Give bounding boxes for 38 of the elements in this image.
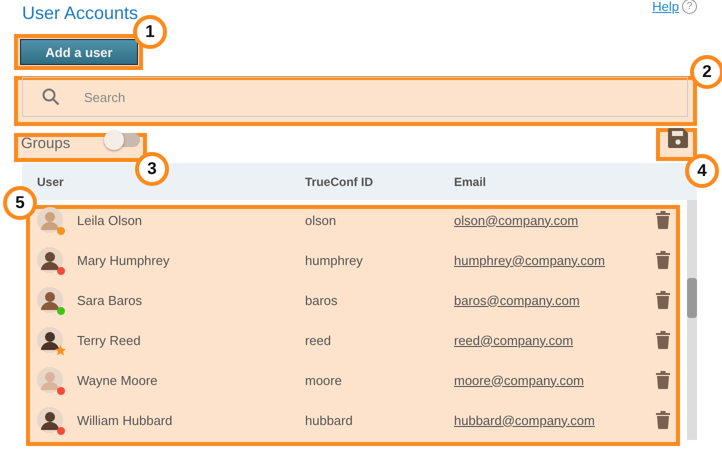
email-link[interactable]: moore@company.com bbox=[454, 372, 584, 388]
groups-label: Groups bbox=[21, 134, 70, 152]
callout-number: 4 bbox=[685, 154, 719, 188]
column-header: TrueConf ID bbox=[305, 174, 374, 188]
callout-number: 5 bbox=[3, 186, 37, 220]
user-name: Mary Humphrey bbox=[77, 252, 170, 268]
trash-icon[interactable] bbox=[656, 371, 670, 389]
trash-icon[interactable] bbox=[656, 411, 670, 429]
user-name: Wayne Moore bbox=[77, 372, 158, 388]
user-name: Sara Baros bbox=[77, 292, 144, 308]
trueconf-id: humphrey bbox=[305, 252, 364, 268]
help-icon[interactable]: ? bbox=[682, 0, 697, 14]
column-header: Email bbox=[454, 174, 486, 188]
help-link[interactable]: Help bbox=[652, 0, 679, 14]
email-link[interactable]: olson@company.com bbox=[454, 212, 578, 228]
scrollbar[interactable] bbox=[687, 200, 697, 440]
callout-number: 2 bbox=[690, 55, 722, 89]
email-link[interactable]: humphrey@company.com bbox=[454, 252, 605, 268]
search-field[interactable]: Search bbox=[22, 77, 688, 117]
email-link[interactable]: baros@company.com bbox=[454, 292, 580, 308]
trash-icon[interactable] bbox=[656, 211, 670, 229]
trueconf-id: hubbard bbox=[305, 412, 354, 428]
add-user-button[interactable]: Add a user bbox=[20, 39, 138, 65]
column-header: User bbox=[37, 174, 65, 188]
trueconf-id: baros bbox=[305, 292, 339, 308]
user-name: William Hubbard bbox=[77, 412, 174, 428]
user-name: Leila Olson bbox=[77, 212, 144, 228]
trash-icon[interactable] bbox=[656, 251, 670, 269]
trash-icon[interactable] bbox=[656, 331, 670, 349]
save-icon[interactable] bbox=[667, 127, 689, 149]
trueconf-id: reed bbox=[305, 332, 332, 348]
trueconf-id: olson bbox=[305, 212, 338, 228]
email-link[interactable]: hubbard@company.com bbox=[454, 412, 595, 428]
search-icon bbox=[42, 88, 60, 106]
trueconf-id: moore bbox=[305, 372, 343, 388]
trash-icon[interactable] bbox=[656, 291, 670, 309]
user-name: Terry Reed bbox=[77, 332, 142, 348]
email-link[interactable]: reed@company.com bbox=[454, 332, 574, 348]
